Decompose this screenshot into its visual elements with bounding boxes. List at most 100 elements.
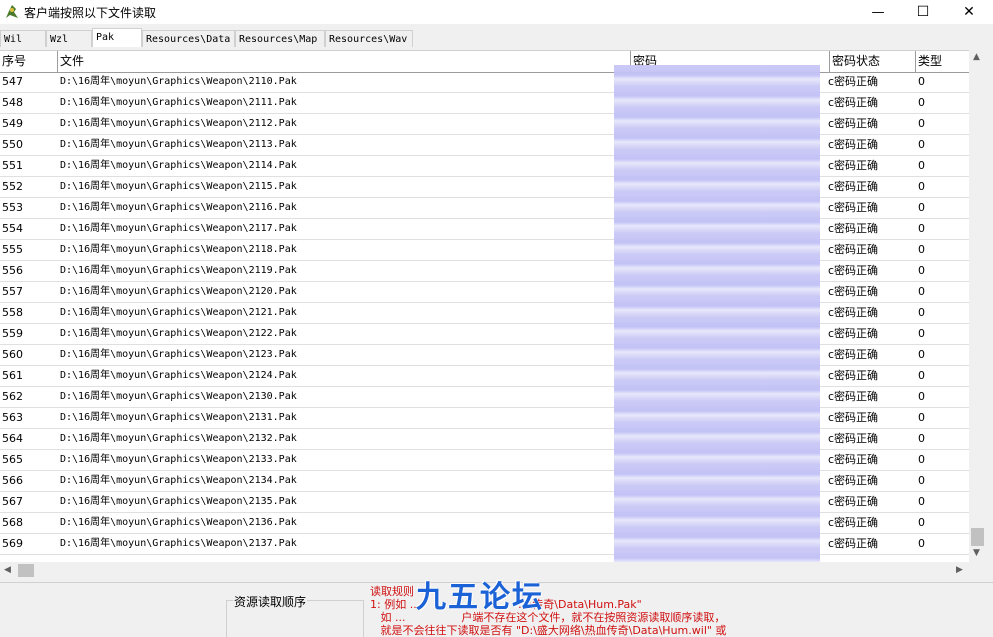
scroll-down-icon[interactable]: ▼ xyxy=(973,548,980,558)
scroll-up-icon[interactable]: ▲ xyxy=(973,52,980,62)
cell-type: 0 xyxy=(918,180,925,193)
cell-index: 553 xyxy=(2,201,23,214)
maximize-button[interactable]: ☐ xyxy=(900,0,946,24)
cell-password-status: c密码正确 xyxy=(828,243,879,256)
cell-type: 0 xyxy=(918,411,925,424)
cell-type: 0 xyxy=(918,306,925,319)
cell-file: D:\16周年\moyun\Graphics\Weapon\2120.Pak xyxy=(60,286,297,297)
cell-index: 557 xyxy=(2,285,23,298)
cell-index: 569 xyxy=(2,537,23,550)
cell-password-status: c密码正确 xyxy=(828,201,879,214)
cell-index: 552 xyxy=(2,180,23,193)
table-row[interactable]: 559 D:\16周年\moyun\Graphics\Weapon\2122.Pa… xyxy=(0,324,969,345)
cell-type: 0 xyxy=(918,327,925,340)
cell-index: 558 xyxy=(2,306,23,319)
tab-wzl[interactable]: Wzl xyxy=(46,30,92,47)
cell-type: 0 xyxy=(918,75,925,88)
table-row[interactable]: 549 D:\16周年\moyun\Graphics\Weapon\2112.Pa… xyxy=(0,114,969,135)
cell-password-status: c密码正确 xyxy=(828,432,879,445)
table-row[interactable]: 567 D:\16周年\moyun\Graphics\Weapon\2135.Pa… xyxy=(0,492,969,513)
cell-file: D:\16周年\moyun\Graphics\Weapon\2114.Pak xyxy=(60,160,297,171)
close-button[interactable]: ✕ xyxy=(946,0,992,24)
app-icon xyxy=(6,5,18,18)
vertical-scrollbar[interactable]: ▲ ▼ xyxy=(969,50,986,562)
cell-index: 547 xyxy=(2,75,23,88)
cell-password-status: c密码正确 xyxy=(828,516,879,529)
cell-file: D:\16周年\moyun\Graphics\Weapon\2131.Pak xyxy=(60,412,297,423)
table-row[interactable]: 548 D:\16周年\moyun\Graphics\Weapon\2111.Pa… xyxy=(0,93,969,114)
cell-password-status: c密码正确 xyxy=(828,138,879,151)
tab-pak[interactable]: Pak xyxy=(92,28,142,47)
cell-index: 560 xyxy=(2,348,23,361)
column-header-file[interactable]: 文件 xyxy=(58,51,631,72)
cell-password-status: c密码正确 xyxy=(828,222,879,235)
cell-index: 561 xyxy=(2,369,23,382)
cell-type: 0 xyxy=(918,222,925,235)
cell-type: 0 xyxy=(918,96,925,109)
cell-password-status: c密码正确 xyxy=(828,411,879,424)
cell-index: 565 xyxy=(2,453,23,466)
table-row[interactable]: 565 D:\16周年\moyun\Graphics\Weapon\2133.Pa… xyxy=(0,450,969,471)
maximize-icon: ☐ xyxy=(916,4,930,20)
cell-file: D:\16周年\moyun\Graphics\Weapon\2118.Pak xyxy=(60,244,297,255)
cell-index: 562 xyxy=(2,390,23,403)
table-row[interactable]: 569 D:\16周年\moyun\Graphics\Weapon\2137.Pa… xyxy=(0,534,969,555)
file-table[interactable]: 序号 文件 密码 密码状态 类型 547 D:\16周年\moyun\Graphi… xyxy=(0,50,969,563)
cell-type: 0 xyxy=(918,390,925,403)
cell-index: 563 xyxy=(2,411,23,424)
tab-resources-data[interactable]: Resources\Data xyxy=(142,30,235,47)
cell-type: 0 xyxy=(918,243,925,256)
cell-file: D:\16周年\moyun\Graphics\Weapon\2122.Pak xyxy=(60,328,297,339)
vertical-scroll-thumb[interactable] xyxy=(971,528,984,546)
table-row[interactable]: 562 D:\16周年\moyun\Graphics\Weapon\2130.Pa… xyxy=(0,387,969,408)
cell-type: 0 xyxy=(918,432,925,445)
column-header-index[interactable]: 序号 xyxy=(0,51,58,72)
table-row[interactable]: 553 D:\16周年\moyun\Graphics\Weapon\2116.Pa… xyxy=(0,198,969,219)
column-header-type[interactable]: 类型 xyxy=(916,51,969,72)
cell-index: 548 xyxy=(2,96,23,109)
cell-password-status: c密码正确 xyxy=(828,474,879,487)
table-row[interactable]: 561 D:\16周年\moyun\Graphics\Weapon\2124.Pa… xyxy=(0,366,969,387)
table-row[interactable]: 566 D:\16周年\moyun\Graphics\Weapon\2134.Pa… xyxy=(0,471,969,492)
table-row[interactable]: 556 D:\16周年\moyun\Graphics\Weapon\2119.Pa… xyxy=(0,261,969,282)
cell-password-status: c密码正确 xyxy=(828,75,879,88)
title-bar: 客户端按照以下文件读取 — ☐ ✕ xyxy=(0,0,993,24)
horizontal-scroll-thumb[interactable] xyxy=(18,564,34,577)
cell-file: D:\16周年\moyun\Graphics\Weapon\2116.Pak xyxy=(60,202,297,213)
cell-type: 0 xyxy=(918,495,925,508)
tab-strip: Wil Wzl Pak Resources\Data Resources\Map… xyxy=(0,28,993,47)
cell-type: 0 xyxy=(918,453,925,466)
cell-file: D:\16周年\moyun\Graphics\Weapon\2135.Pak xyxy=(60,496,297,507)
cell-type: 0 xyxy=(918,474,925,487)
tab-wil[interactable]: Wil xyxy=(0,30,46,47)
cell-password-status: c密码正确 xyxy=(828,495,879,508)
table-row[interactable]: 558 D:\16周年\moyun\Graphics\Weapon\2121.Pa… xyxy=(0,303,969,324)
table-row[interactable]: 550 D:\16周年\moyun\Graphics\Weapon\2113.Pa… xyxy=(0,135,969,156)
table-row[interactable]: 554 D:\16周年\moyun\Graphics\Weapon\2117.Pa… xyxy=(0,219,969,240)
table-row[interactable]: 557 D:\16周年\moyun\Graphics\Weapon\2120.Pa… xyxy=(0,282,969,303)
cell-type: 0 xyxy=(918,285,925,298)
cell-index: 551 xyxy=(2,159,23,172)
cell-file: D:\16周年\moyun\Graphics\Weapon\2133.Pak xyxy=(60,454,297,465)
table-row[interactable]: 560 D:\16周年\moyun\Graphics\Weapon\2123.Pa… xyxy=(0,345,969,366)
column-header-password-status[interactable]: 密码状态 xyxy=(830,51,916,72)
table-row[interactable]: 551 D:\16周年\moyun\Graphics\Weapon\2114.Pa… xyxy=(0,156,969,177)
table-row[interactable]: 547 D:\16周年\moyun\Graphics\Weapon\2110.Pa… xyxy=(0,72,969,93)
table-row[interactable]: 555 D:\16周年\moyun\Graphics\Weapon\2118.Pa… xyxy=(0,240,969,261)
minimize-button[interactable]: — xyxy=(855,0,901,24)
cell-file: D:\16周年\moyun\Graphics\Weapon\2123.Pak xyxy=(60,349,297,360)
table-header: 序号 文件 密码 密码状态 类型 xyxy=(0,51,969,73)
cell-file: D:\16周年\moyun\Graphics\Weapon\2130.Pak xyxy=(60,391,297,402)
table-row[interactable]: 563 D:\16周年\moyun\Graphics\Weapon\2131.Pa… xyxy=(0,408,969,429)
tab-resources-wav[interactable]: Resources\Wav xyxy=(325,30,413,47)
cell-password-status: c密码正确 xyxy=(828,117,879,130)
table-row[interactable]: 552 D:\16周年\moyun\Graphics\Weapon\2115.Pa… xyxy=(0,177,969,198)
cell-file: D:\16周年\moyun\Graphics\Weapon\2124.Pak xyxy=(60,370,297,381)
scroll-left-icon[interactable]: ◀ xyxy=(4,565,11,575)
scroll-right-icon[interactable]: ▶ xyxy=(956,565,963,575)
table-row[interactable]: 568 D:\16周年\moyun\Graphics\Weapon\2136.Pa… xyxy=(0,513,969,534)
minimize-icon: — xyxy=(871,4,885,20)
tab-resources-map[interactable]: Resources\Map xyxy=(235,30,325,47)
cell-password-status: c密码正确 xyxy=(828,264,879,277)
table-row[interactable]: 564 D:\16周年\moyun\Graphics\Weapon\2132.Pa… xyxy=(0,429,969,450)
